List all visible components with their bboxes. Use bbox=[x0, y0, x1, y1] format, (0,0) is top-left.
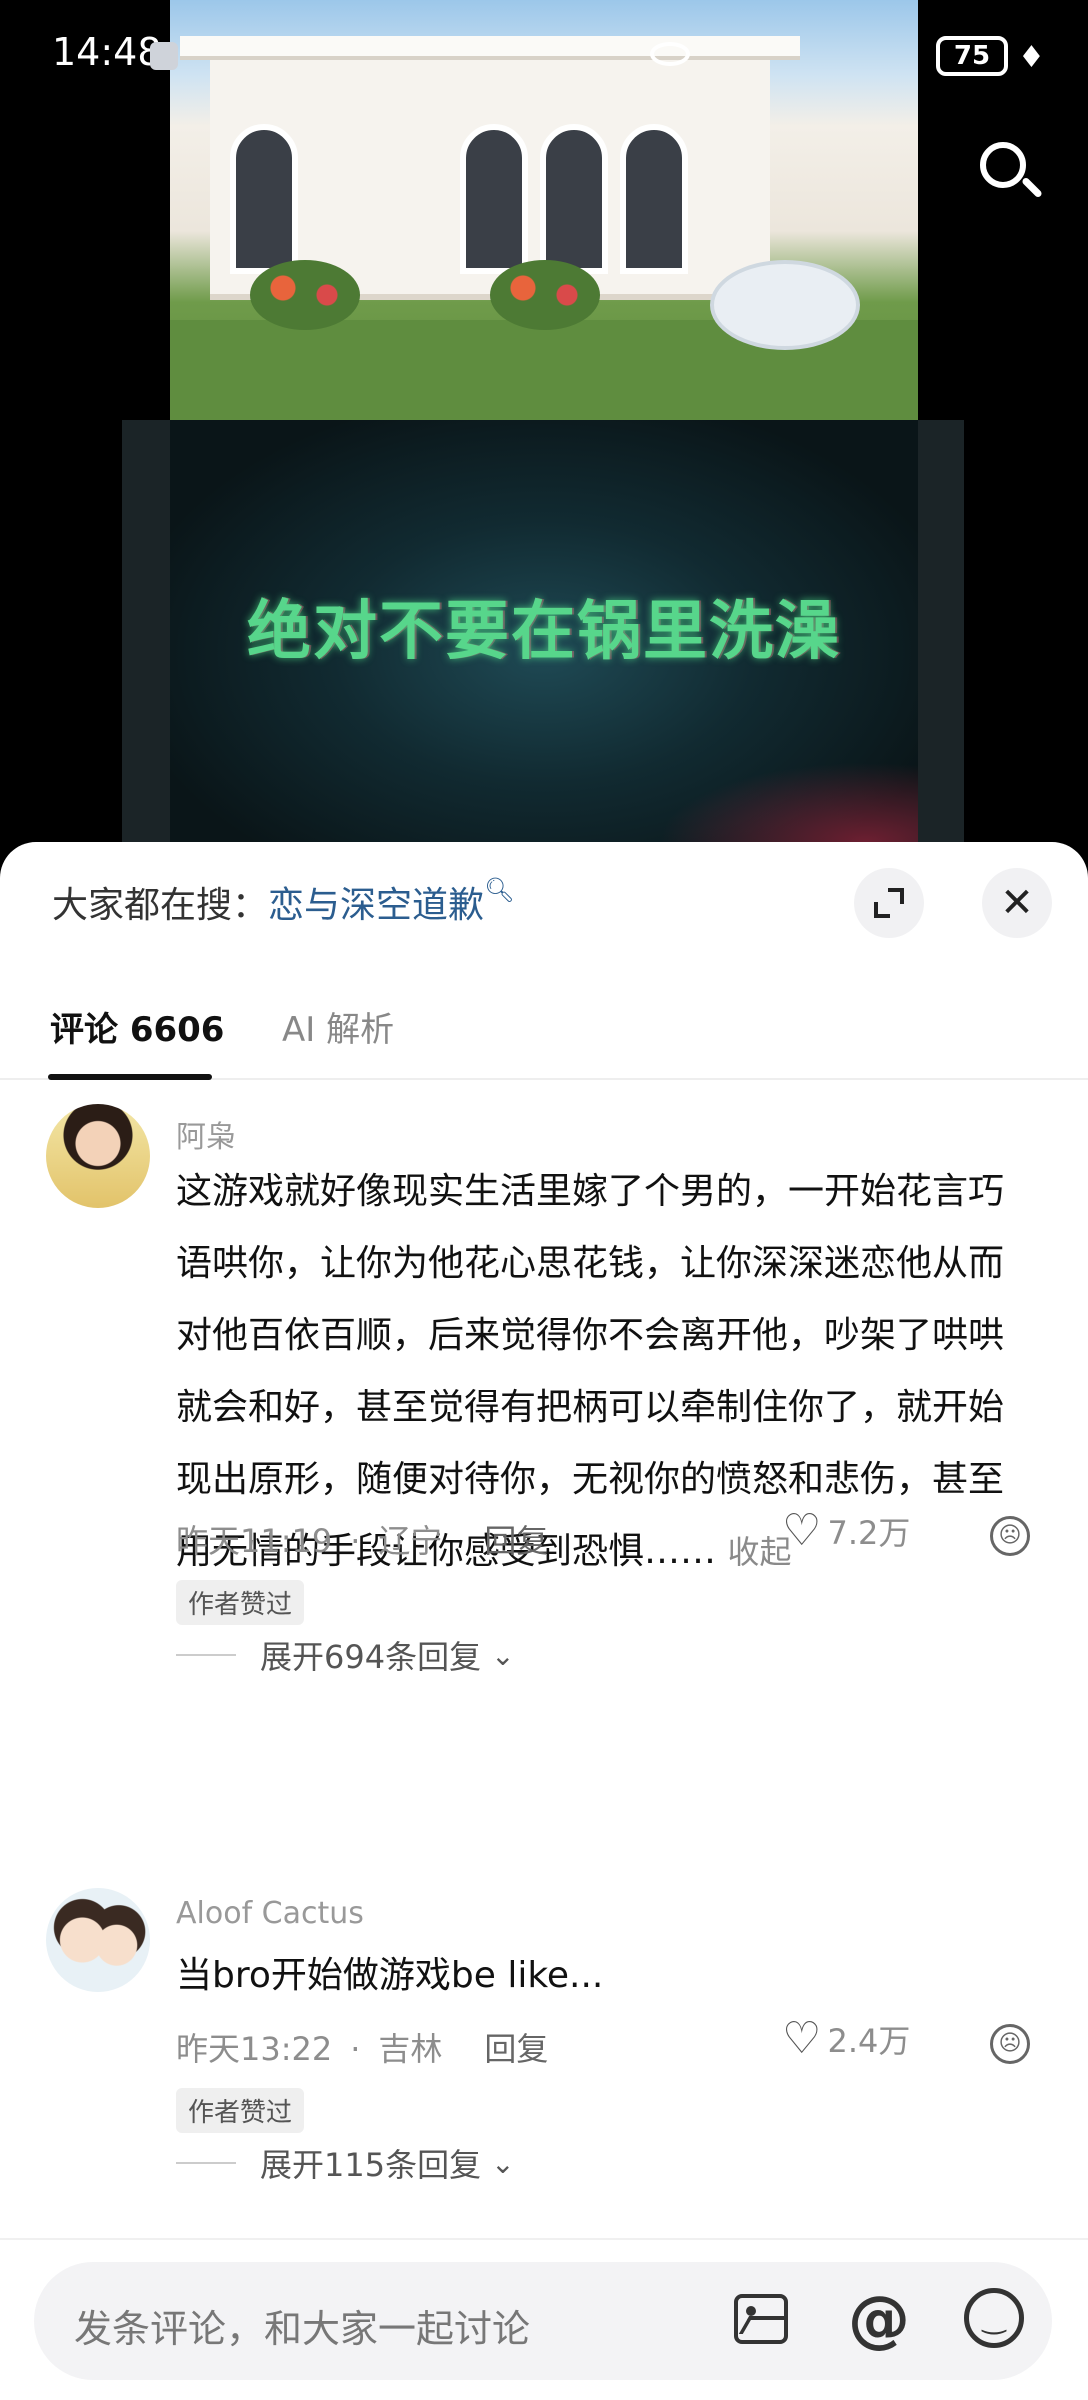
comment-location: 吉林 bbox=[378, 2030, 443, 2068]
hot-search[interactable]: 大家都在搜：恋与深空道歉🔍︎ bbox=[52, 876, 515, 928]
eye-icon bbox=[650, 42, 690, 66]
reply-button[interactable]: 回复 bbox=[484, 1522, 548, 1560]
dislike-icon[interactable]: ☹ bbox=[990, 2024, 1030, 2064]
comment-username[interactable]: 阿枭 bbox=[176, 1112, 236, 1156]
video-player[interactable]: 绝对不要在锅里洗澡 14:48 75 ♦ bbox=[0, 0, 1088, 842]
reply-button[interactable]: 回复 bbox=[484, 2030, 548, 2068]
fountain-illustration bbox=[710, 260, 860, 350]
search-icon: 🔍︎ bbox=[484, 876, 515, 904]
expand-replies-label: 展开694条回复 bbox=[260, 1638, 482, 1676]
active-tab-indicator bbox=[48, 1074, 212, 1080]
video-headline: 绝对不要在锅里洗澡 bbox=[247, 595, 841, 669]
expand-replies-button[interactable]: 展开694条回复 ⌄ bbox=[176, 1632, 515, 1678]
avatar[interactable] bbox=[46, 1104, 150, 1208]
video-frame-title: 绝对不要在锅里洗澡 bbox=[122, 420, 964, 842]
expand-icon bbox=[874, 888, 904, 918]
tab-ai-analysis[interactable]: AI 解析 bbox=[282, 1002, 394, 1051]
image-icon[interactable] bbox=[734, 2294, 788, 2344]
hot-search-keyword[interactable]: 恋与深空道歉 bbox=[268, 885, 484, 926]
battery-icon: 75 bbox=[936, 36, 1008, 76]
emoji-icon[interactable]: ‿ bbox=[964, 2288, 1024, 2348]
notification-icon bbox=[150, 42, 178, 70]
comment-meta: 昨天13:22 · 吉林 回复 bbox=[176, 2030, 549, 2068]
expand-replies-label: 展开115条回复 bbox=[260, 2146, 482, 2184]
chevron-down-icon: ⌄ bbox=[491, 1638, 515, 1672]
like-button[interactable]: ♡ 7.2万 bbox=[782, 1508, 910, 1554]
hot-search-prefix: 大家都在搜： bbox=[52, 885, 269, 926]
like-button[interactable]: ♡ 2.4万 bbox=[782, 2016, 910, 2062]
leaf-icon: ♦ bbox=[1018, 40, 1045, 75]
heart-icon: ♡ bbox=[782, 1505, 822, 1556]
like-count: 2.4万 bbox=[827, 2022, 911, 2060]
comment-input-placeholder: 发条评论，和大家一起讨论 bbox=[74, 2307, 531, 2351]
heart-icon: ♡ bbox=[782, 2013, 822, 2064]
comment-input[interactable]: 发条评论，和大家一起讨论 @ ‿ bbox=[34, 2262, 1052, 2380]
avatar[interactable] bbox=[46, 1888, 150, 1992]
mention-icon[interactable]: @ bbox=[848, 2282, 910, 2355]
comments-sheet: 大家都在搜：恋与深空道歉🔍︎ ✕ 评论 6606 AI 解析 阿枭 这游戏就好像… bbox=[0, 842, 1088, 2400]
comment-time: 昨天11:19 bbox=[176, 1522, 333, 1560]
close-icon: ✕ bbox=[1000, 880, 1034, 926]
expand-replies-button[interactable]: 展开115条回复 ⌄ bbox=[176, 2140, 515, 2186]
status-bar: 14:48 75 ♦ bbox=[0, 0, 1088, 110]
author-liked-badge: 作者赞过 bbox=[176, 1580, 305, 1625]
comment-text: 当bro开始做游戏be like... bbox=[176, 1940, 1036, 2012]
comment-input-bar: 发条评论，和大家一起讨论 @ ‿ bbox=[0, 2238, 1088, 2400]
chevron-down-icon: ⌄ bbox=[491, 2146, 515, 2180]
status-time: 14:48 bbox=[52, 30, 162, 74]
comment-username[interactable]: Aloof Cactus bbox=[176, 1896, 364, 1931]
comment-meta: 昨天11:19 · 辽宁 回复 bbox=[176, 1522, 549, 1560]
like-count: 7.2万 bbox=[827, 1514, 911, 1552]
tab-bar: 评论 6606 AI 解析 bbox=[0, 992, 1088, 1080]
dislike-icon[interactable]: ☹ bbox=[990, 1516, 1030, 1556]
tab-comments[interactable]: 评论 6606 bbox=[50, 1002, 224, 1051]
comment-body: 当bro开始做游戏be like... bbox=[176, 1955, 604, 1996]
search-icon bbox=[980, 142, 1026, 188]
comment-location: 辽宁 bbox=[378, 1522, 443, 1560]
search-button[interactable] bbox=[974, 136, 1044, 206]
close-button[interactable]: ✕ bbox=[982, 868, 1052, 938]
expand-button[interactable] bbox=[854, 868, 924, 938]
author-liked-badge: 作者赞过 bbox=[176, 2088, 305, 2133]
comment-time: 昨天13:22 bbox=[176, 2030, 333, 2068]
